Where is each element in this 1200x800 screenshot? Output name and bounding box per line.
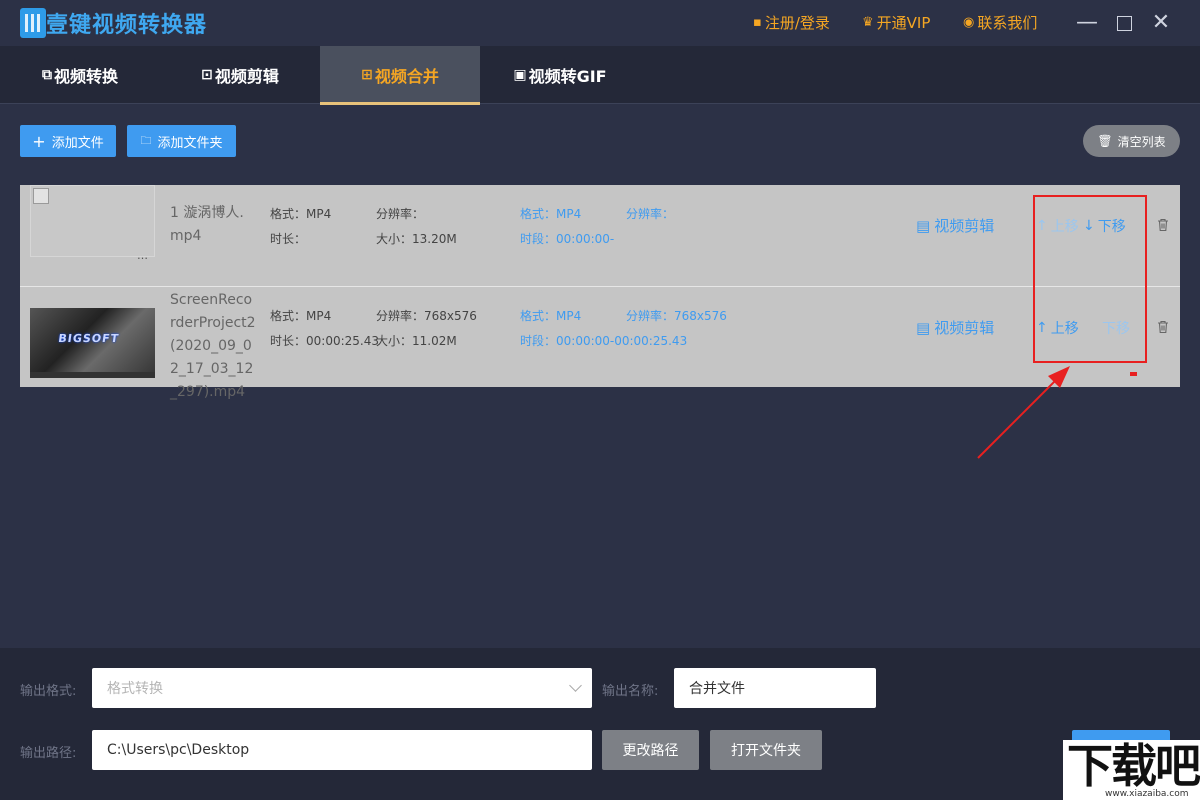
source-resolution: 分辨率：768x576 <box>376 309 477 323</box>
file-row[interactable]: … 1 漩涡博人. mp4 格式：MP4 分辨率： 时长： 大小：13.20M … <box>20 185 1180 286</box>
tab-video-convert[interactable]: ⧉ 视频转换 <box>0 46 160 104</box>
app-logo-icon <box>20 8 46 38</box>
crown-icon: ♛ <box>862 15 874 30</box>
site-watermark: 下载吧 www.xiazaiba.com <box>1063 740 1200 800</box>
source-duration: 时长： <box>270 232 307 246</box>
output-path-input[interactable]: C:\Users\pc\Desktop <box>92 730 592 770</box>
open-folder-button[interactable]: 打开文件夹 <box>710 730 822 770</box>
output-format: 格式：MP4 <box>520 207 582 221</box>
maximize-icon[interactable] <box>1111 10 1137 36</box>
source-duration: 时长：00:00:25.43 <box>270 334 379 348</box>
video-thumbnail: … <box>30 185 155 262</box>
merge-icon: ⊞ <box>361 67 373 83</box>
tab-video-edit[interactable]: ⊡ 视频剪辑 <box>160 46 320 104</box>
output-segment: 时段：00:00:00- <box>520 232 615 246</box>
add-file-button[interactable]: + 添加文件 <box>20 125 116 157</box>
delete-icon[interactable] <box>1156 320 1170 334</box>
annotation-arrow-icon <box>977 366 1070 459</box>
file-name: 1 漩涡博人. mp4 <box>170 205 244 244</box>
broken-image-icon <box>33 188 49 204</box>
clear-list-button[interactable]: 🗑 清空列表 <box>1083 125 1180 157</box>
annotation-mark <box>1130 372 1137 376</box>
register-login-link[interactable]: ▪ 注册/登录 <box>753 12 830 33</box>
source-format: 格式：MP4 <box>270 207 332 221</box>
output-resolution: 分辨率： <box>626 207 675 221</box>
annotation-highlight-box <box>1033 195 1147 363</box>
app-title: 壹键视频转换器 <box>46 13 208 38</box>
plus-icon: + <box>32 131 46 151</box>
source-size: 大小：11.02M <box>376 334 457 348</box>
convert-icon: ⧉ <box>41 67 52 83</box>
folder-icon: 🗀 <box>140 133 152 147</box>
minimize-icon[interactable]: — <box>1074 10 1100 36</box>
trash-icon: 🗑 <box>1097 134 1113 148</box>
tab-video-to-gif[interactable]: ▣ 视频转GIF <box>480 46 640 104</box>
scissors-icon: ⊡ <box>201 67 213 83</box>
user-icon: ▪ <box>753 15 762 30</box>
output-name-label: 输出名称: <box>602 684 659 699</box>
file-list: … 1 漩涡博人. mp4 格式：MP4 分辨率： 时长： 大小：13.20M … <box>20 185 1180 400</box>
video-edit-link[interactable]: ▤ 视频剪辑 <box>916 215 994 236</box>
source-resolution: 分辨率： <box>376 207 425 221</box>
change-path-button[interactable]: 更改路径 <box>602 730 699 770</box>
output-path-label: 输出路径: <box>20 746 77 761</box>
title-bar: 壹键视频转换器 ▪ 注册/登录 ♛ 开通VIP ◉ 联系我们 — ✕ <box>0 0 1200 46</box>
output-segment: 时段：00:00:00-00:00:25.43 <box>520 334 688 348</box>
document-icon: ▤ <box>916 318 931 337</box>
delete-icon[interactable] <box>1156 218 1170 232</box>
file-name: ScreenReco rderProject2 (2020_09_0 2_17_… <box>170 292 256 400</box>
output-format: 格式：MP4 <box>520 309 582 323</box>
output-format-select[interactable]: 格式转换 <box>92 668 592 708</box>
add-folder-button[interactable]: 🗀 添加文件夹 <box>127 125 236 157</box>
output-resolution: 分辨率：768x576 <box>626 309 727 323</box>
source-size: 大小：13.20M <box>376 232 457 246</box>
headset-icon: ◉ <box>963 15 975 30</box>
output-format-label: 输出格式: <box>20 684 77 699</box>
chevron-down-icon <box>569 679 582 692</box>
video-edit-link[interactable]: ▤ 视频剪辑 <box>916 317 994 338</box>
close-icon[interactable]: ✕ <box>1148 10 1174 36</box>
document-icon: ▤ <box>916 216 931 235</box>
vip-link[interactable]: ♛ 开通VIP <box>862 12 930 33</box>
video-thumbnail: BIGSOFT <box>30 308 155 378</box>
tab-video-merge[interactable]: ⊞ 视频合并 <box>320 46 480 105</box>
gif-icon: ▣ <box>513 67 527 83</box>
output-name-input[interactable]: 合并文件 <box>674 668 876 708</box>
source-format: 格式：MP4 <box>270 309 332 323</box>
main-tabs: ⧉ 视频转换 ⊡ 视频剪辑 ⊞ 视频合并 ▣ 视频转GIF <box>0 46 1200 105</box>
contact-link[interactable]: ◉ 联系我们 <box>963 12 1037 33</box>
